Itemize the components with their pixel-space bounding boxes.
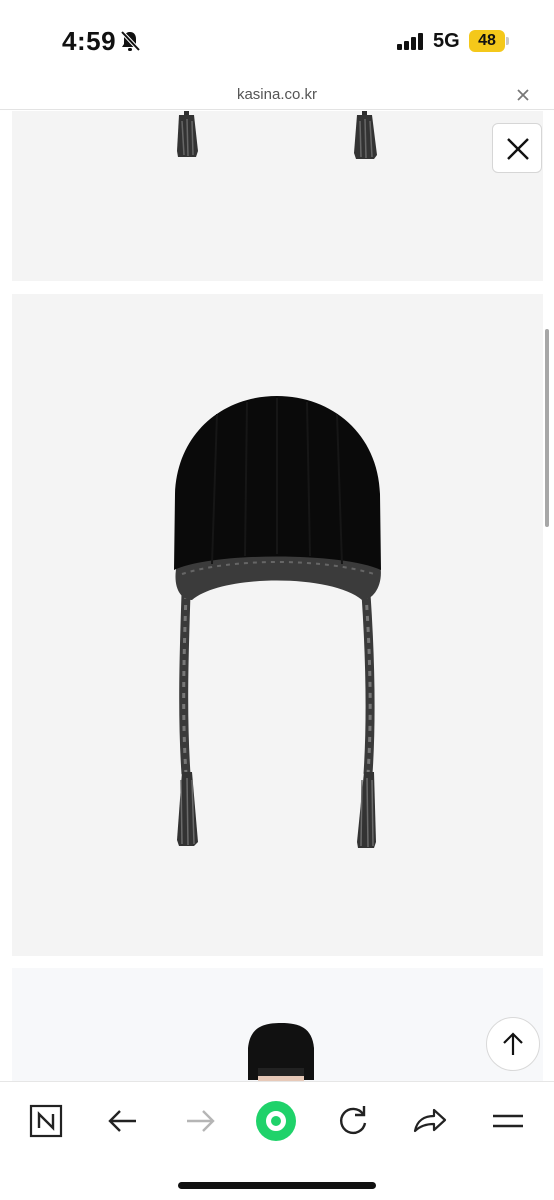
product-image [12, 111, 543, 281]
arrow-up-icon [503, 1032, 523, 1055]
page-content[interactable] [0, 111, 554, 1081]
green-dot-button[interactable] [253, 1098, 299, 1144]
naver-home-icon [29, 1104, 63, 1138]
green-dot-icon [256, 1101, 296, 1141]
model-image [248, 1023, 314, 1081]
product-image-main [12, 294, 543, 956]
beanie-image [174, 396, 381, 848]
back-button[interactable] [100, 1098, 146, 1144]
battery-icon: 48 [469, 30, 509, 52]
tassels-image [177, 111, 377, 159]
network-type: 5G [433, 30, 460, 52]
battery-level: 48 [478, 32, 496, 49]
product-image-model [12, 968, 543, 1081]
reload-button[interactable] [330, 1098, 376, 1144]
url-text[interactable]: kasina.co.kr [0, 86, 554, 103]
menu-button[interactable] [485, 1098, 531, 1144]
share-button[interactable] [407, 1098, 453, 1144]
scrollbar-thumb[interactable] [545, 329, 549, 527]
back-arrow-icon [108, 1110, 136, 1132]
forward-arrow-icon [187, 1110, 215, 1132]
signal-icon [397, 33, 423, 50]
close-viewer-button[interactable] [492, 123, 542, 173]
close-icon [507, 138, 529, 160]
browser-toolbar [0, 1081, 554, 1200]
menu-icon [493, 1114, 523, 1128]
naver-home-button[interactable] [23, 1098, 69, 1144]
status-time: 4:59 [62, 26, 117, 56]
close-icon[interactable] [514, 86, 532, 104]
home-indicator[interactable] [178, 1182, 376, 1189]
address-bar[interactable]: kasina.co.kr [0, 80, 554, 110]
status-bar: 4:59 5G 48 [0, 0, 554, 80]
bell-muted-icon [120, 30, 140, 52]
reload-icon [340, 1106, 367, 1135]
forward-button[interactable] [177, 1098, 223, 1144]
share-icon [413, 1108, 447, 1133]
scroll-to-top-button[interactable] [486, 1017, 540, 1071]
